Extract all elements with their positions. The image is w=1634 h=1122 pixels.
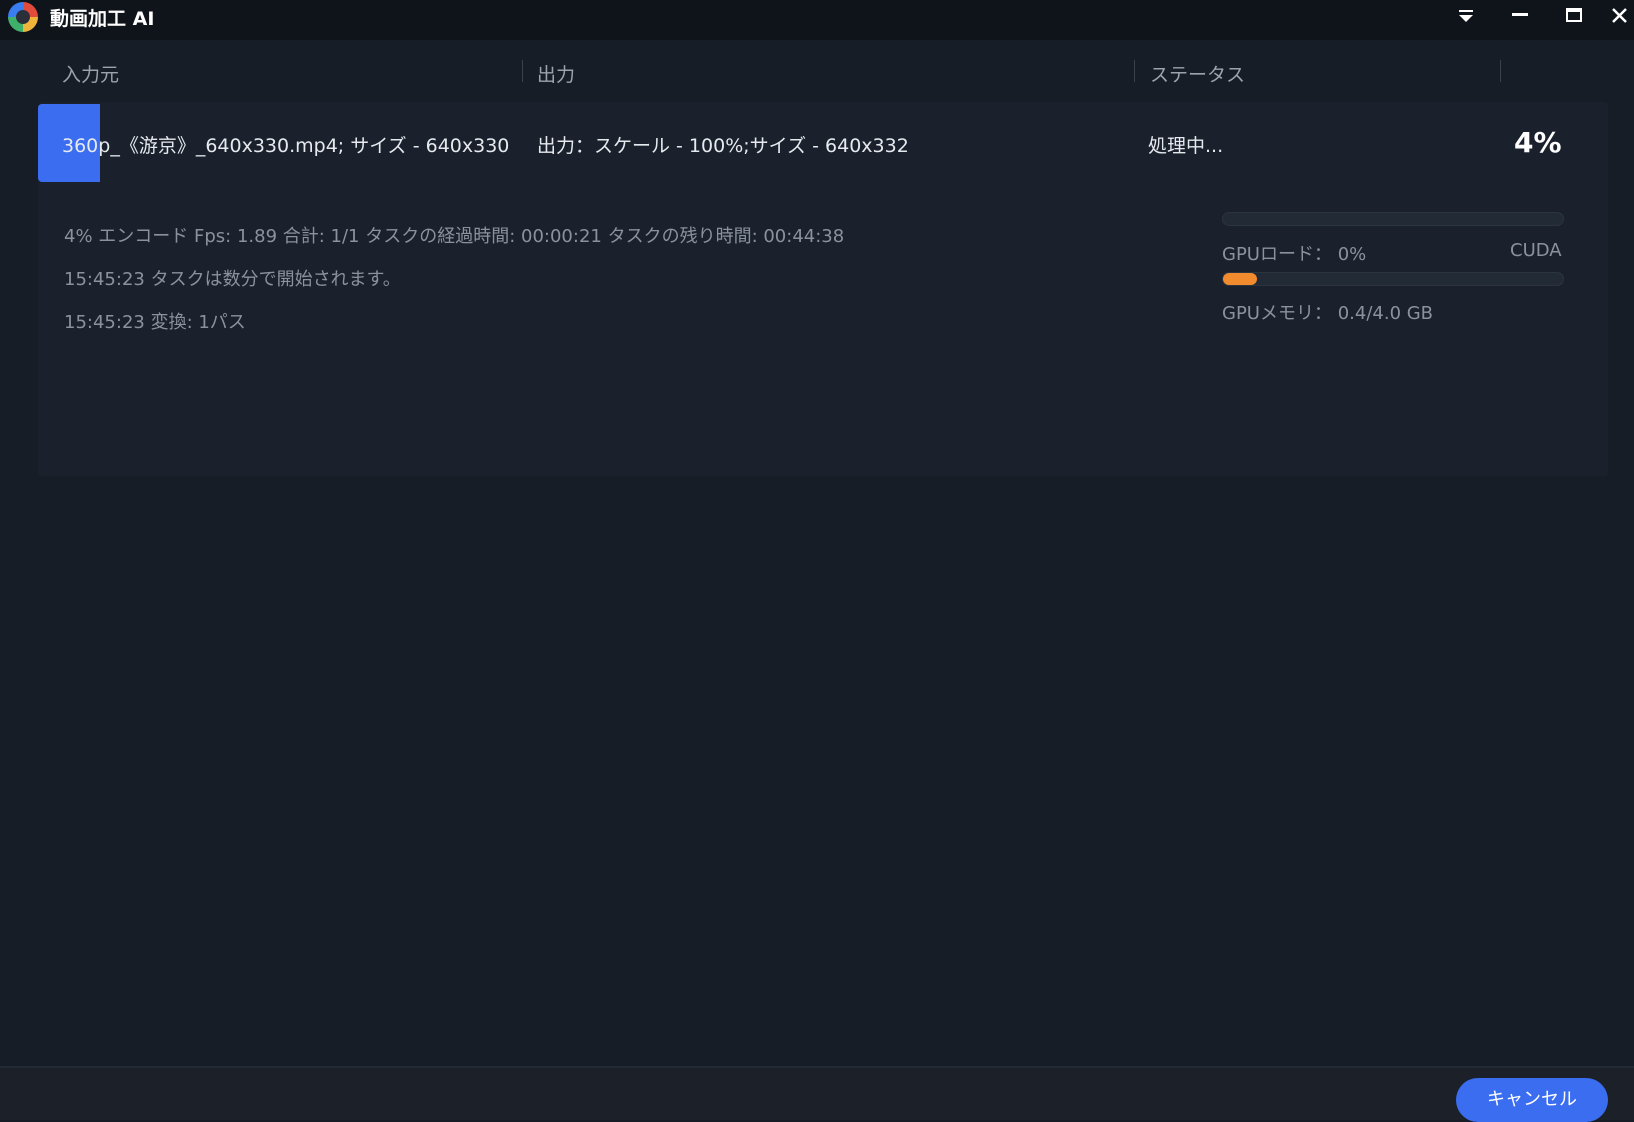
gpu-load-bar: [1222, 212, 1564, 226]
dropdown-menu-button[interactable]: [1446, 0, 1486, 32]
title-bar: 動画加工 AI: [0, 0, 1634, 40]
gpu-memory-label: GPUメモリ： 0.4/4.0 GB: [1222, 303, 1434, 324]
gpu-memory-bar-fill: [1223, 273, 1257, 285]
maximize-icon: [1566, 8, 1582, 22]
column-divider: [1500, 60, 1501, 82]
column-divider: [1134, 60, 1135, 82]
cancel-button[interactable]: キャンセル: [1456, 1078, 1608, 1122]
minimize-button[interactable]: [1500, 0, 1540, 32]
column-divider: [522, 60, 523, 82]
task-progress-percent: 4%: [1514, 126, 1562, 159]
app-logo-icon: [8, 2, 38, 32]
gpu-load-label: GPUロード： 0%: [1222, 244, 1367, 265]
task-output-settings: 出力：スケール - 100%;サイズ - 640x332: [537, 135, 909, 157]
log-line: 4% エンコード Fps: 1.89 合計: 1/1 タスクの経過時間: 00:…: [64, 226, 845, 247]
gpu-backend-label: CUDA: [1510, 240, 1562, 261]
footer-bar: [0, 1068, 1634, 1120]
close-icon: [1612, 8, 1627, 23]
close-button[interactable]: [1600, 0, 1634, 32]
menu-down-icon: [1459, 10, 1473, 22]
app-title: 動画加工 AI: [50, 8, 155, 30]
column-header-output: 出力: [537, 64, 576, 86]
gpu-memory-bar: [1222, 272, 1564, 286]
column-header-input: 入力元: [62, 64, 120, 86]
task-status: 処理中...: [1148, 135, 1224, 157]
minimize-icon: [1512, 13, 1528, 16]
task-input-file: 360p_《游京》_640x330.mp4; サイズ - 640x330: [62, 135, 510, 157]
maximize-button[interactable]: [1554, 0, 1594, 32]
log-line: 15:45:23 タスクは数分で開始されます。: [64, 269, 401, 290]
log-line: 15:45:23 変換: 1パス: [64, 312, 246, 333]
column-header-status: ステータス: [1150, 64, 1246, 86]
